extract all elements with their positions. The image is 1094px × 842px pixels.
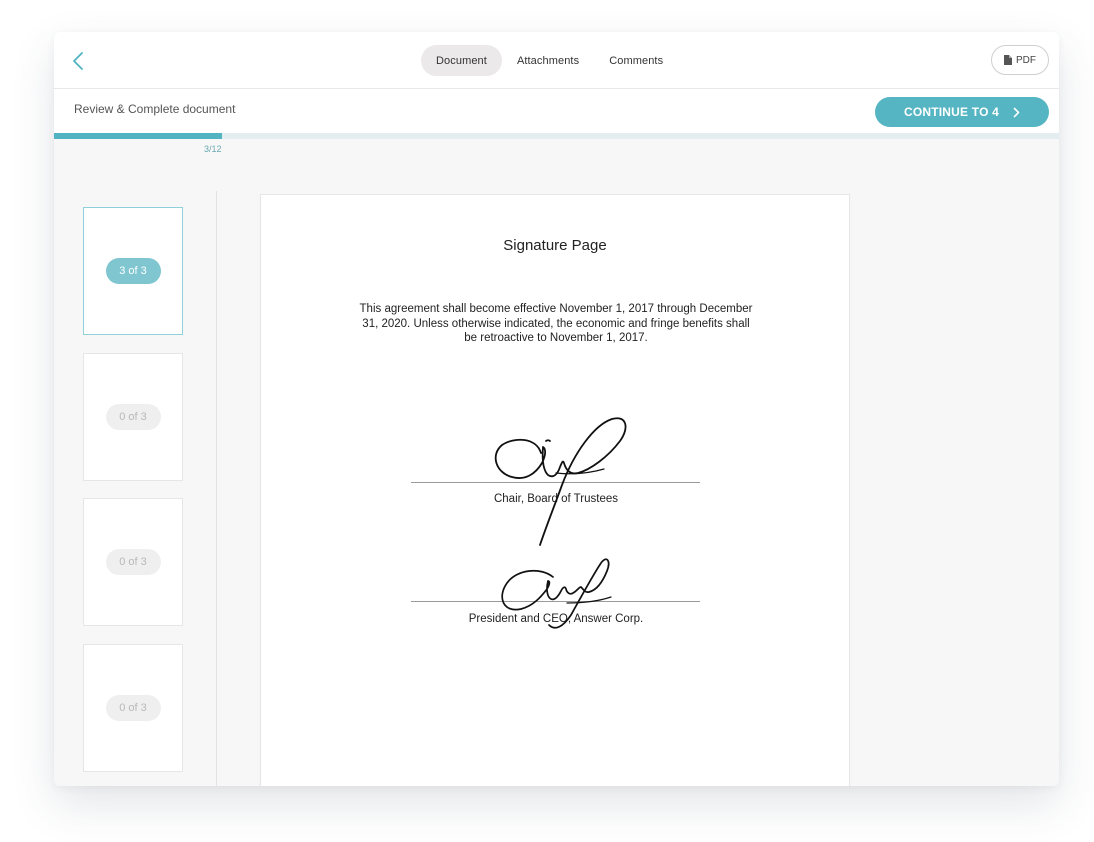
tab-attachments[interactable]: Attachments bbox=[502, 45, 594, 76]
page-thumbnail[interactable]: 0 of 3 bbox=[83, 498, 183, 626]
document-page: Signature Page This agreement shall beco… bbox=[260, 194, 850, 786]
page-thumbnail[interactable]: 3 of 3 bbox=[83, 207, 183, 335]
document-title: Signature Page bbox=[503, 237, 607, 254]
page-thumbnail[interactable]: 0 of 3 bbox=[83, 353, 183, 481]
chevron-right-icon bbox=[1013, 107, 1020, 117]
signature-ceo[interactable] bbox=[493, 557, 623, 637]
tab-comments[interactable]: Comments bbox=[594, 45, 678, 76]
pdf-button[interactable]: PDF bbox=[991, 45, 1049, 75]
signature-count-badge: 0 of 3 bbox=[105, 695, 161, 721]
chevron-left-icon bbox=[73, 52, 83, 70]
document-body: This agreement shall become effective No… bbox=[359, 303, 753, 344]
signature-count-badge: 0 of 3 bbox=[105, 404, 161, 430]
tab-bar: Document Attachments Comments bbox=[421, 45, 678, 76]
file-icon bbox=[1004, 55, 1012, 65]
page-title: Review & Complete document bbox=[74, 102, 236, 116]
pdf-button-label: PDF bbox=[1016, 54, 1036, 66]
tab-document[interactable]: Document bbox=[421, 45, 502, 76]
signature-count-badge: 3 of 3 bbox=[105, 258, 161, 284]
sidebar-divider bbox=[216, 191, 217, 786]
signature-chair[interactable] bbox=[486, 415, 636, 550]
signature-count-badge: 0 of 3 bbox=[105, 549, 161, 575]
continue-button[interactable]: CONTINUE TO 4 bbox=[875, 97, 1049, 127]
page-thumbnail[interactable]: 0 of 3 bbox=[83, 644, 183, 772]
progress-label: 3/12 bbox=[204, 144, 222, 154]
top-bar: Document Attachments Comments PDF bbox=[54, 32, 1059, 89]
continue-button-label: CONTINUE TO 4 bbox=[903, 105, 1000, 119]
content-area: 3 of 3 0 of 3 0 of 3 0 of 3 Signature Pa… bbox=[54, 139, 1059, 786]
app-window: Document Attachments Comments PDF Review… bbox=[54, 32, 1059, 786]
sub-bar: Review & Complete document CONTINUE TO 4 bbox=[54, 89, 1059, 133]
back-button[interactable] bbox=[66, 48, 90, 74]
